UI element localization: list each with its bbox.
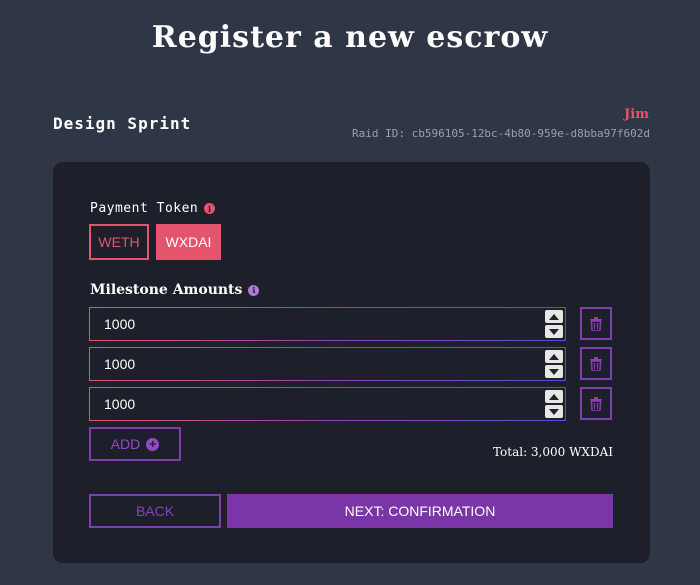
back-button[interactable]: BACK xyxy=(89,494,221,528)
delete-milestone-button-2[interactable] xyxy=(580,347,612,380)
token-wxdai-button[interactable]: WXDAI xyxy=(156,224,221,260)
token-weth-button[interactable]: WETH xyxy=(89,224,149,260)
milestone-amount-input-3[interactable]: 1000 xyxy=(89,387,566,421)
milestone-amount-value: 1000 xyxy=(104,356,136,372)
number-stepper xyxy=(545,390,563,418)
number-stepper xyxy=(545,310,563,338)
payment-token-label: Payment Token xyxy=(90,201,199,216)
next-confirmation-button[interactable]: NEXT: CONFIRMATION xyxy=(227,494,613,528)
trash-icon xyxy=(590,316,602,331)
increment-arrow-icon[interactable] xyxy=(545,350,563,363)
trash-icon xyxy=(590,356,602,371)
add-milestone-button[interactable]: ADD + xyxy=(89,427,181,461)
number-stepper xyxy=(545,350,563,378)
raid-id: Raid ID: cb596105-12bc-4b80-959e-d8bba97… xyxy=(351,127,650,140)
delete-milestone-button-3[interactable] xyxy=(580,387,612,420)
decrement-arrow-icon[interactable] xyxy=(545,325,563,338)
milestone-amount-input-2[interactable]: 1000 xyxy=(89,347,566,381)
trash-icon xyxy=(590,396,602,411)
client-name: Jim xyxy=(624,107,649,122)
decrement-arrow-icon[interactable] xyxy=(545,365,563,378)
page-title: Register a new escrow xyxy=(151,20,549,55)
escrow-form-card: Payment Token i WETH WXDAI Milestone Amo… xyxy=(53,162,650,563)
payment-token-label-row: Payment Token i xyxy=(90,201,216,216)
plus-circle-icon: + xyxy=(146,437,160,451)
info-icon[interactable]: i xyxy=(248,284,260,296)
increment-arrow-icon[interactable] xyxy=(545,310,563,323)
milestone-amount-input-1[interactable]: 1000 xyxy=(89,307,566,341)
add-button-label: ADD xyxy=(110,436,141,452)
increment-arrow-icon[interactable] xyxy=(545,390,563,403)
delete-milestone-button-1[interactable] xyxy=(580,307,612,340)
milestone-amounts-label: Milestone Amounts xyxy=(90,282,243,298)
project-name: Design Sprint xyxy=(53,114,192,133)
info-icon[interactable]: i xyxy=(204,203,216,214)
total-amount: Total: 3,000 WXDAI xyxy=(492,445,613,459)
milestone-amounts-label-row: Milestone Amounts i xyxy=(90,282,260,298)
milestone-amount-value: 1000 xyxy=(104,396,136,412)
decrement-arrow-icon[interactable] xyxy=(545,405,563,418)
milestone-amount-value: 1000 xyxy=(104,316,136,332)
